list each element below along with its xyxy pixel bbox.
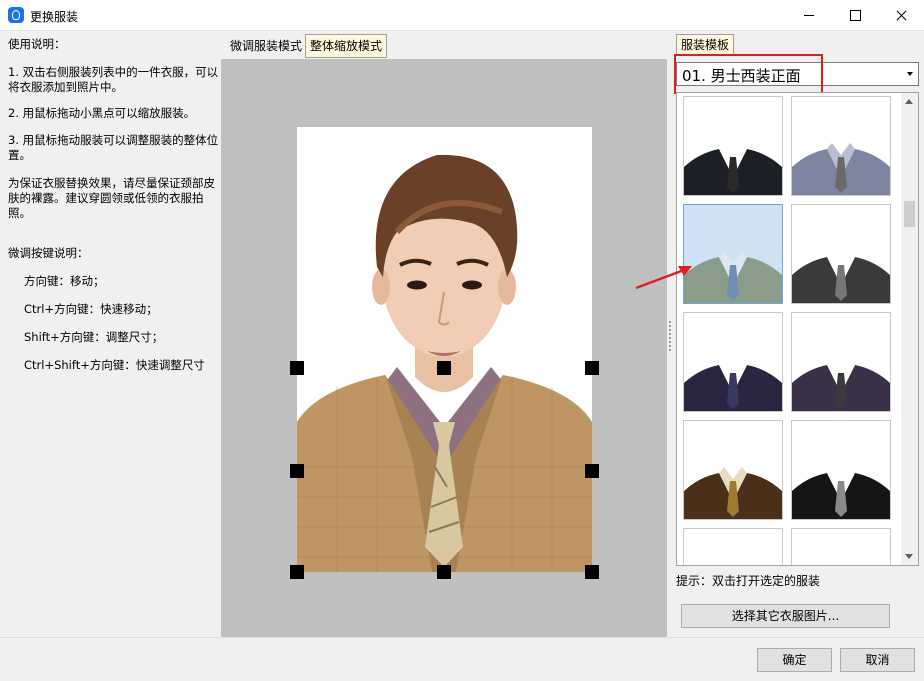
- suit-image: [684, 421, 782, 519]
- ok-button[interactable]: 确定: [757, 648, 832, 672]
- key-fast-resize: Ctrl+Shift+方向键：快速调整尺寸: [24, 358, 205, 372]
- dropdown-arrow-icon: [907, 72, 913, 76]
- suit-thumbnail[interactable]: [683, 420, 783, 520]
- suit-thumbnail[interactable]: [791, 420, 891, 520]
- resize-handle-r[interactable]: [585, 464, 599, 478]
- tab-whole-scale-mode[interactable]: 整体缩放模式: [305, 34, 388, 58]
- window-title: 更换服装: [30, 10, 79, 24]
- portrait-image: [297, 127, 592, 572]
- suit-image: [684, 529, 782, 565]
- suit-image: [792, 205, 890, 303]
- resize-handle-t[interactable]: [437, 361, 451, 375]
- dialog-footer: 确定 取消: [0, 637, 924, 681]
- suit-image: [684, 97, 782, 195]
- splitter-grip-icon: [669, 321, 671, 351]
- maximize-button[interactable]: [832, 0, 878, 31]
- instruction-step3: 3. 用鼠标拖动服装可以调整服装的整体位置。: [8, 133, 219, 162]
- template-category-value: 01. 男士西装正面: [682, 67, 801, 85]
- thumbnail-scrollbar[interactable]: [901, 93, 918, 565]
- suit-image: [684, 205, 782, 303]
- resize-handle-bl[interactable]: [290, 565, 304, 579]
- suit-thumbnail[interactable]: [791, 96, 891, 196]
- close-button[interactable]: [878, 0, 924, 31]
- suit-thumbnail-list[interactable]: [676, 92, 919, 566]
- key-resize: Shift+方向键：调整尺寸；: [24, 330, 164, 344]
- mode-tabs: 微调服装模式 整体缩放模式: [221, 31, 667, 59]
- suit-thumbnail[interactable]: [683, 96, 783, 196]
- suit-thumbnail[interactable]: [791, 204, 891, 304]
- suit-thumbnail[interactable]: [683, 204, 783, 304]
- instructions-title: 使用说明：: [8, 37, 66, 51]
- tab-fine-tune-mode[interactable]: 微调服装模式: [225, 34, 307, 58]
- minimize-button[interactable]: [786, 0, 832, 31]
- photo-canvas[interactable]: [221, 59, 667, 637]
- portrait-photo[interactable]: [297, 127, 592, 572]
- key-move: 方向键：移动；: [24, 274, 105, 288]
- suit-thumbnail[interactable]: [791, 312, 891, 412]
- resize-handle-tr[interactable]: [585, 361, 599, 375]
- template-panel: 服装模板 01. 男士西装正面 提示：双击打开选定的服装 选择其它衣服图片...: [673, 31, 924, 637]
- suit-thumbnail[interactable]: [683, 312, 783, 412]
- resize-handle-br[interactable]: [585, 565, 599, 579]
- suit-image: [792, 313, 890, 411]
- scroll-up-icon[interactable]: [905, 99, 913, 104]
- choose-other-clothes-button[interactable]: 选择其它衣服图片...: [681, 604, 890, 628]
- cancel-button[interactable]: 取消: [840, 648, 915, 672]
- suit-image: [792, 97, 890, 195]
- app-icon: [8, 7, 24, 23]
- suit-thumbnail[interactable]: [791, 528, 891, 565]
- resize-handle-tl[interactable]: [290, 361, 304, 375]
- keys-title: 微调按键说明：: [8, 246, 89, 260]
- resize-handle-l[interactable]: [290, 464, 304, 478]
- instruction-note: 为保证衣服替换效果，请尽量保证颈部皮肤的裸露。建议穿圆领或低领的衣服拍照。: [8, 176, 215, 220]
- suit-thumbnail[interactable]: [683, 528, 783, 565]
- key-fast-move: Ctrl+方向键：快速移动；: [24, 302, 158, 316]
- suit-image: [792, 529, 890, 565]
- resize-handle-b[interactable]: [437, 565, 451, 579]
- instructions-panel: 使用说明： 1. 双击右侧服装列表中的一件衣服，可以将衣服添加到照片中。 2. …: [0, 31, 221, 637]
- scroll-thumb[interactable]: [904, 201, 915, 227]
- template-category-select[interactable]: 01. 男士西装正面: [676, 62, 919, 86]
- instruction-step2: 2. 用鼠标拖动小黑点可以缩放服装。: [8, 106, 196, 120]
- suit-image: [684, 313, 782, 411]
- hint-text: 提示：双击打开选定的服装: [676, 574, 821, 588]
- suit-image: [792, 421, 890, 519]
- instruction-step1: 1. 双击右侧服装列表中的一件衣服，可以将衣服添加到照片中。: [8, 65, 219, 94]
- title-bar: 更换服装: [0, 0, 924, 31]
- tab-suit-templates[interactable]: 服装模板: [676, 34, 735, 56]
- scroll-down-icon[interactable]: [905, 554, 913, 559]
